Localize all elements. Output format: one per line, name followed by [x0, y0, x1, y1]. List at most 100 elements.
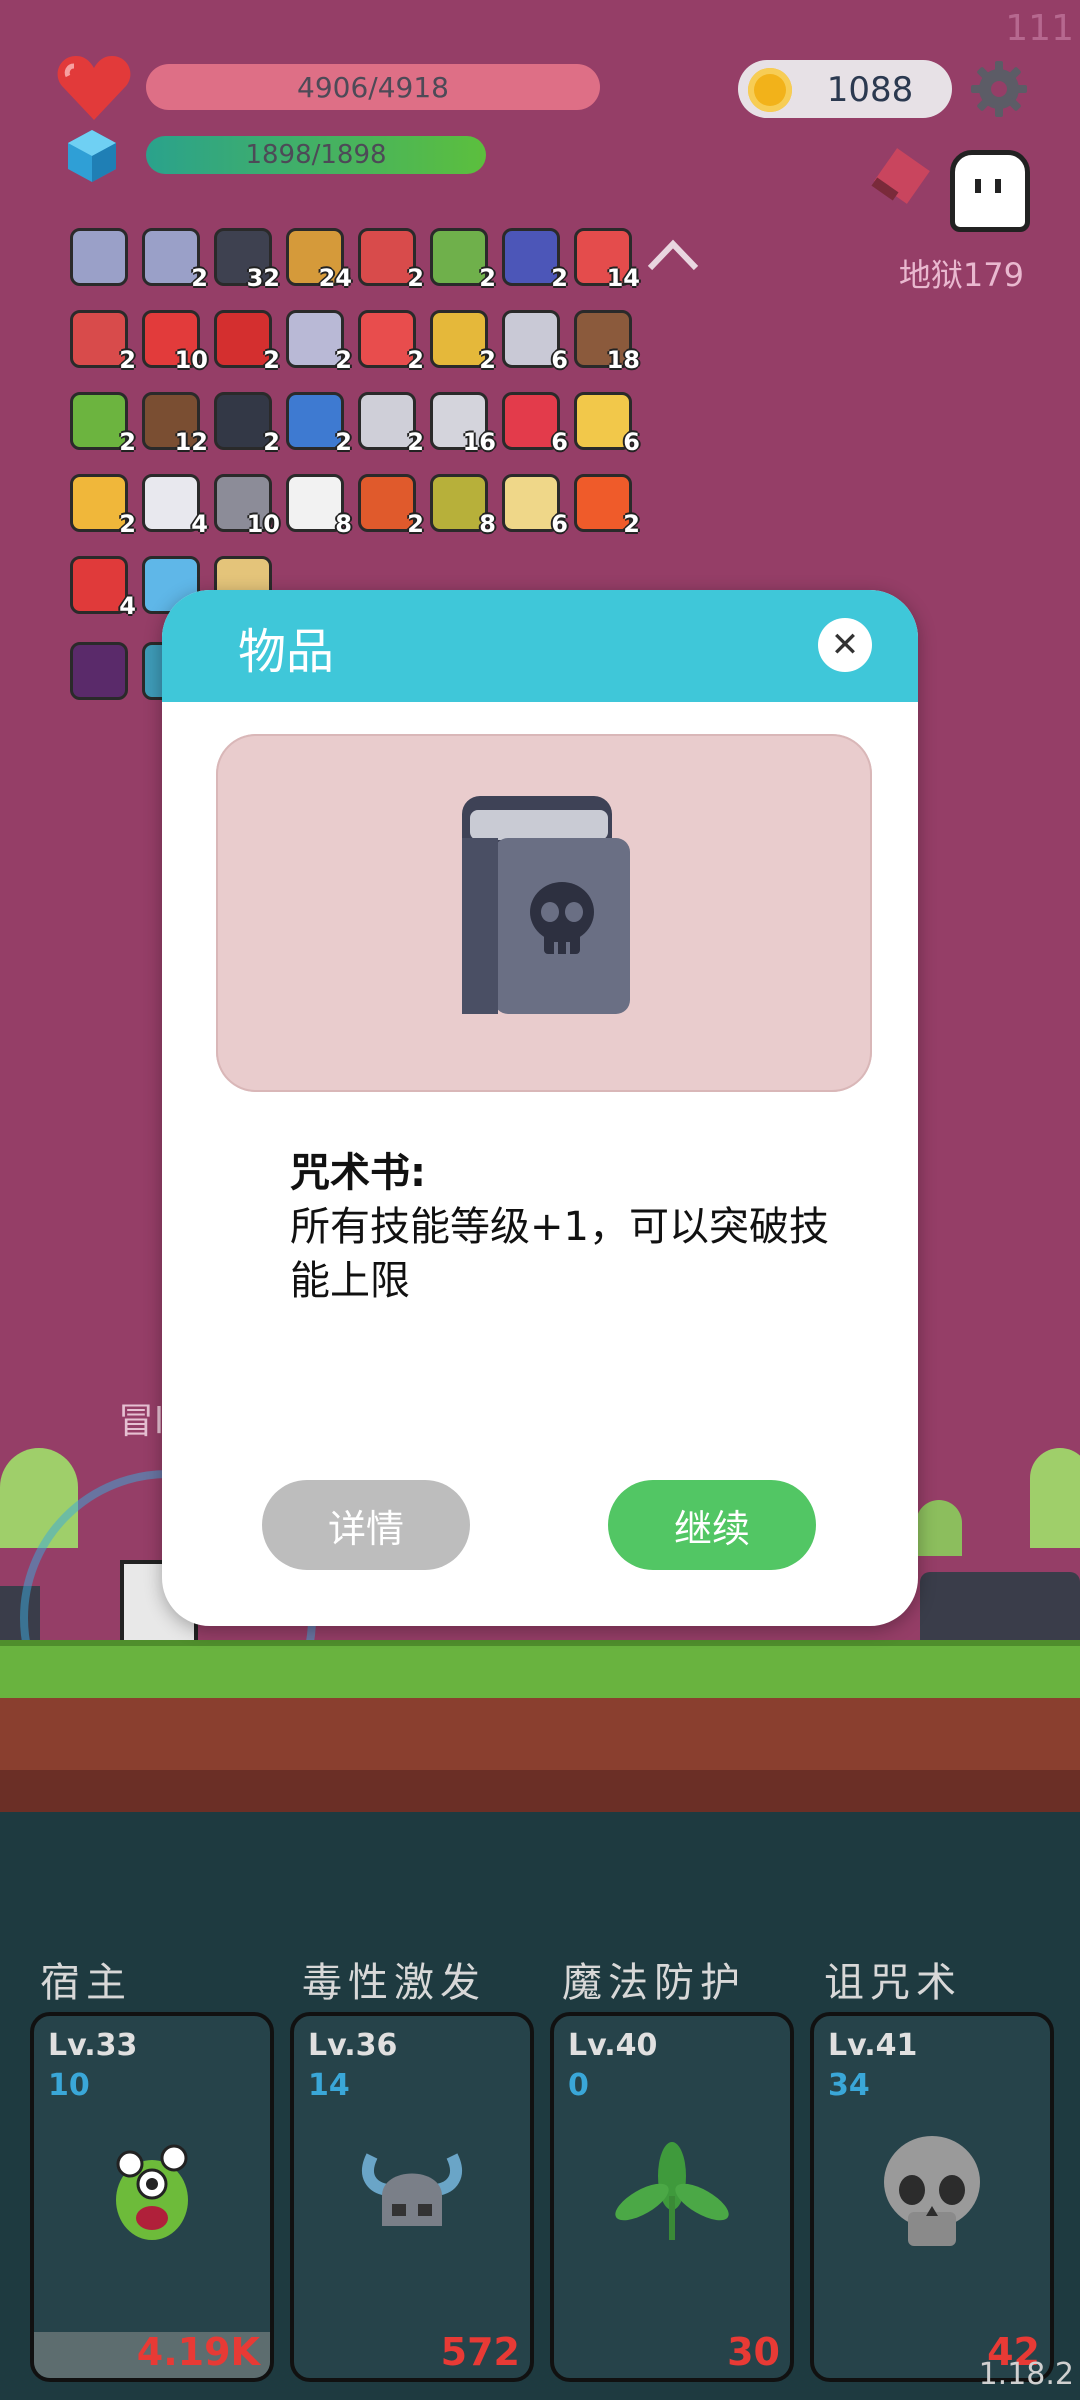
skill-name-toxic: 毒性激发	[302, 1960, 486, 2006]
coin-icon	[748, 68, 792, 112]
wizard-hat-item[interactable]: 2	[498, 224, 568, 292]
flame-item[interactable]: 2	[570, 470, 640, 538]
item-count: 2	[263, 346, 280, 374]
envelope-item[interactable]: 16	[426, 388, 496, 456]
item-count: 2	[623, 510, 640, 538]
item-count: 2	[335, 428, 352, 456]
item-count: 2	[119, 428, 136, 456]
skill-value: 30	[727, 2330, 780, 2374]
viking-helmet-icon	[362, 2153, 462, 2226]
cards-item[interactable]: 2	[354, 388, 424, 456]
magic-wand-item[interactable]: 2	[66, 470, 136, 538]
monster-icon	[116, 2144, 188, 2240]
skill-points: 14	[308, 2068, 350, 2103]
scroll-ribbon-2-item[interactable]: 2	[138, 224, 208, 292]
shield-item[interactable]: 2	[66, 306, 136, 374]
tombstone-item[interactable]: 10	[210, 470, 280, 538]
watermelon-item[interactable]: 14	[570, 224, 640, 292]
scroll-ribbon-item[interactable]	[66, 224, 128, 286]
map-pin-item[interactable]: 2	[354, 224, 424, 292]
ghost-companion-icon[interactable]	[950, 150, 1030, 232]
mana-text: 1898/1898	[245, 140, 387, 170]
hp-bar: 4906/4918	[146, 64, 600, 110]
skill-card-magic-ward[interactable]: Lv.40 0 30	[550, 2012, 794, 2382]
molecule-item[interactable]: 6	[498, 306, 568, 374]
paper-scroll-item[interactable]: 6	[498, 470, 568, 538]
skill-card-curse[interactable]: Lv.41 34 42	[810, 2012, 1054, 2382]
gear-icon[interactable]	[970, 60, 1028, 118]
details-button[interactable]: 详情	[262, 1480, 470, 1570]
item-count: 2	[191, 264, 208, 292]
coin-amount: 1088	[826, 70, 914, 110]
purple-monster-item[interactable]	[66, 638, 128, 700]
dialog-title: 物品	[238, 624, 335, 680]
item-count: 10	[246, 510, 280, 538]
bomb-item[interactable]: 2	[210, 388, 280, 456]
item-count: 2	[479, 264, 496, 292]
star-flag-item[interactable]: 2	[282, 388, 352, 456]
item-preview	[216, 734, 872, 1092]
skull-icon	[884, 2136, 980, 2246]
fire-ring-item[interactable]: 2	[354, 470, 424, 538]
mushroom-item[interactable]: 2	[354, 306, 424, 374]
item-count: 4	[119, 592, 136, 620]
skill-value: 4.19K	[136, 2330, 260, 2374]
mana-bar: 1898/1898	[146, 136, 486, 174]
item-count: 2	[407, 264, 424, 292]
item-effect: 所有技能等级+1，可以突破技能上限	[290, 1204, 829, 1304]
gold-book-item[interactable]: 24	[282, 224, 352, 292]
item-count: 14	[606, 264, 640, 292]
scene-dirt-deep	[0, 1770, 1080, 1814]
skill-points: 34	[828, 2068, 870, 2103]
item-count: 10	[174, 346, 208, 374]
continue-button[interactable]: 继续	[608, 1480, 816, 1570]
red-sock-item[interactable]: 4	[66, 552, 136, 620]
cleaver-meat-icon	[871, 148, 930, 204]
ghost-item[interactable]: 8	[282, 470, 352, 538]
player-name-label: 冒l	[118, 1401, 165, 1442]
mana-gem-icon	[68, 130, 116, 182]
lime-item[interactable]: 2	[66, 388, 136, 456]
skill-name-magic-ward: 魔法防护	[562, 1960, 746, 2006]
spell-book-icon	[462, 796, 630, 1014]
close-button[interactable]: ✕	[818, 618, 872, 672]
pill-item[interactable]: 4	[138, 470, 208, 538]
item-count: 6	[623, 428, 640, 456]
fps-counter: 111	[1005, 8, 1074, 49]
cheese-item[interactable]: 6	[570, 388, 640, 456]
item-count: 2	[407, 428, 424, 456]
skill-card-toxic[interactable]: Lv.36 14 572	[290, 2012, 534, 2382]
skill-name-curse: 诅咒术	[824, 1960, 962, 2006]
item-count: 12	[174, 428, 208, 456]
item-count: 2	[119, 346, 136, 374]
skill-level: Lv.41	[828, 2028, 918, 2063]
scroll-ribbon-icon	[70, 228, 128, 286]
item-dialog: 物品 ✕ 咒术书: 所有技能等级+1，可以突破技能上限 详情 继续	[162, 590, 918, 1626]
skill-points: 0	[568, 2068, 589, 2103]
close-icon: ✕	[830, 625, 860, 665]
skill-card-host[interactable]: Lv.33 10 4.19K	[30, 2012, 274, 2382]
green-book-item[interactable]: 2	[426, 224, 496, 292]
strawberry-item[interactable]: 6	[498, 388, 568, 456]
ring-item[interactable]: 2	[426, 306, 496, 374]
dark-book-item[interactable]: 32	[210, 224, 280, 292]
magnet-item[interactable]: 2	[210, 306, 280, 374]
leaf-icon	[615, 2142, 729, 2240]
wood-shield-item[interactable]: 18	[570, 306, 640, 374]
item-count: 32	[246, 264, 280, 292]
collapse-chevron-icon[interactable]	[646, 238, 700, 272]
coconut-item[interactable]: 12	[138, 388, 208, 456]
scene-grass	[0, 1640, 1080, 1704]
durian-item[interactable]: 8	[426, 470, 496, 538]
unicorn-item[interactable]: 2	[282, 306, 352, 374]
dialog-header: 物品 ✕	[162, 590, 918, 702]
purple-monster-icon	[70, 642, 128, 700]
scene-tree	[916, 1500, 962, 1556]
item-name: 咒术书	[290, 1150, 410, 1196]
heart-icon	[57, 56, 131, 120]
item-count: 2	[335, 346, 352, 374]
skill-name-host: 宿主	[40, 1960, 132, 2006]
apple-item[interactable]: 10	[138, 306, 208, 374]
item-count: 6	[551, 346, 568, 374]
skill-value: 572	[440, 2330, 520, 2374]
